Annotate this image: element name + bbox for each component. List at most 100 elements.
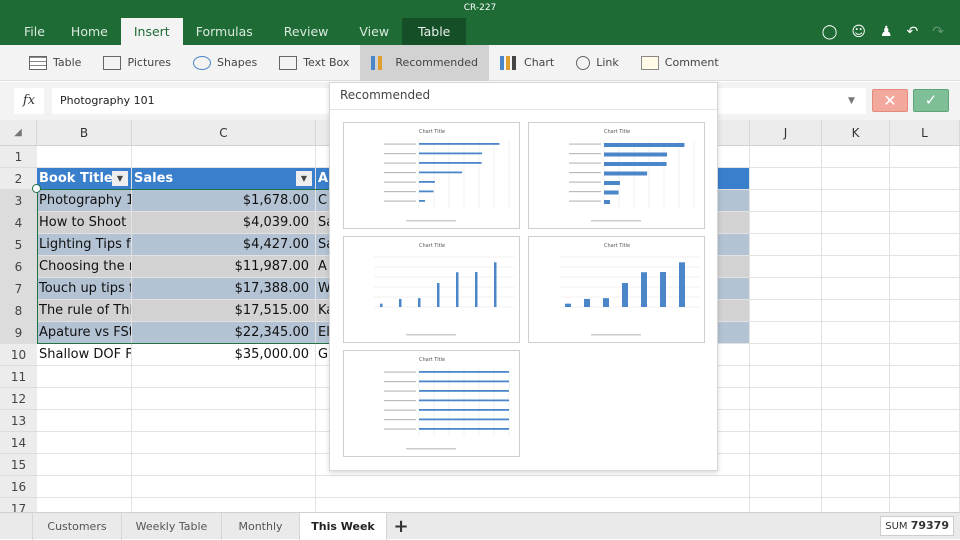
function-icon[interactable]: fx: [14, 88, 44, 114]
sheet-tab-weekly-table[interactable]: Weekly Table: [122, 513, 222, 540]
cell[interactable]: [822, 146, 890, 168]
cell[interactable]: [890, 146, 960, 168]
cell[interactable]: [750, 366, 822, 388]
cell[interactable]: [890, 454, 960, 476]
cell[interactable]: [750, 168, 822, 190]
table-cell[interactable]: Choosing the right: [37, 256, 132, 278]
row-header[interactable]: 12: [0, 388, 37, 410]
cell[interactable]: [890, 256, 960, 278]
row-header[interactable]: 4: [0, 212, 37, 234]
row-header[interactable]: 11: [0, 366, 37, 388]
cell[interactable]: [822, 256, 890, 278]
share-user-icon[interactable]: ♟: [880, 24, 893, 40]
cancel-button[interactable]: ✕: [872, 89, 908, 112]
row-header[interactable]: 16: [0, 476, 37, 498]
table-cell[interactable]: $17,515.00: [132, 300, 316, 322]
cell[interactable]: [822, 322, 890, 344]
recommended-chart-thumbnail[interactable]: Chart Title: [343, 236, 520, 343]
cell[interactable]: [750, 190, 822, 212]
insert-shapes-button[interactable]: Shapes: [182, 45, 268, 81]
cell[interactable]: [316, 476, 750, 498]
selection-handle[interactable]: [32, 184, 41, 193]
table-cell[interactable]: Apature vs FStop: [37, 322, 132, 344]
tab-home[interactable]: Home: [58, 18, 121, 45]
cell[interactable]: [750, 322, 822, 344]
insert-textbox-button[interactable]: Text Box: [268, 45, 360, 81]
cell[interactable]: [890, 344, 960, 366]
cell[interactable]: [822, 454, 890, 476]
recommended-chart-thumbnail[interactable]: Chart Title: [343, 350, 520, 457]
cell[interactable]: [890, 212, 960, 234]
table-cell[interactable]: $35,000.00: [132, 344, 316, 366]
table-cell[interactable]: $4,039.00: [132, 212, 316, 234]
row-header[interactable]: 9: [0, 322, 37, 344]
cell[interactable]: [37, 476, 132, 498]
table-cell[interactable]: Photography 101: [37, 190, 132, 212]
cell[interactable]: [890, 234, 960, 256]
recommended-charts-button[interactable]: Recommended: [360, 44, 490, 81]
cell[interactable]: [132, 366, 316, 388]
cell[interactable]: [822, 300, 890, 322]
cell[interactable]: [822, 344, 890, 366]
tab-review[interactable]: Review: [266, 18, 347, 45]
cell[interactable]: [822, 278, 890, 300]
add-sheet-button[interactable]: +: [387, 513, 415, 540]
column-header-l[interactable]: L: [890, 120, 960, 146]
row-header[interactable]: 3: [0, 190, 37, 212]
sheet-tab-monthly[interactable]: Monthly: [222, 513, 300, 540]
cell[interactable]: [750, 476, 822, 498]
cell[interactable]: [890, 410, 960, 432]
table-cell[interactable]: How to Shoot great: [37, 212, 132, 234]
cell[interactable]: [37, 388, 132, 410]
insert-comment-button[interactable]: Comment: [630, 45, 730, 81]
cell[interactable]: [890, 168, 960, 190]
cell[interactable]: [750, 234, 822, 256]
row-header[interactable]: 1: [0, 146, 37, 168]
confirm-button[interactable]: ✓: [913, 89, 949, 112]
tab-file[interactable]: File: [0, 18, 58, 45]
tab-formulas[interactable]: Formulas: [183, 18, 266, 45]
cell[interactable]: [822, 432, 890, 454]
cell[interactable]: [750, 344, 822, 366]
column-header-c[interactable]: C: [132, 120, 316, 146]
table-cell[interactable]: $22,345.00: [132, 322, 316, 344]
table-cell[interactable]: $11,987.00: [132, 256, 316, 278]
recommended-chart-thumbnail[interactable]: Chart Title: [528, 122, 705, 229]
tab-table[interactable]: Table: [402, 18, 467, 45]
cell[interactable]: [37, 366, 132, 388]
row-header[interactable]: 13: [0, 410, 37, 432]
cell[interactable]: [132, 410, 316, 432]
redo-icon[interactable]: ↷: [932, 24, 944, 40]
cell[interactable]: [750, 432, 822, 454]
cell[interactable]: [822, 234, 890, 256]
column-header-b[interactable]: B: [37, 120, 132, 146]
cell[interactable]: [750, 278, 822, 300]
tab-view[interactable]: View: [346, 18, 402, 45]
row-header[interactable]: 10: [0, 344, 37, 366]
cell[interactable]: [37, 432, 132, 454]
cell[interactable]: [890, 190, 960, 212]
table-cell[interactable]: $4,427.00: [132, 234, 316, 256]
table-cell[interactable]: Lighting Tips for: [37, 234, 132, 256]
cell[interactable]: [890, 432, 960, 454]
cell[interactable]: [750, 300, 822, 322]
table-header-cell[interactable]: Sales: [132, 168, 316, 190]
undo-icon[interactable]: ↶: [907, 24, 919, 40]
cell[interactable]: [890, 322, 960, 344]
cell[interactable]: [890, 278, 960, 300]
cell[interactable]: [890, 300, 960, 322]
insert-pictures-button[interactable]: Pictures: [92, 45, 182, 81]
row-header[interactable]: 14: [0, 432, 37, 454]
column-header-k[interactable]: K: [822, 120, 890, 146]
cell[interactable]: [822, 410, 890, 432]
row-header[interactable]: 15: [0, 454, 37, 476]
filter-dropdown-icon[interactable]: ▼: [112, 171, 128, 186]
sheet-tab-this-week[interactable]: This Week: [300, 513, 387, 540]
cell[interactable]: [822, 190, 890, 212]
cell[interactable]: [822, 366, 890, 388]
cell[interactable]: [132, 432, 316, 454]
cell[interactable]: [890, 366, 960, 388]
cell[interactable]: [750, 146, 822, 168]
cell[interactable]: [37, 146, 132, 168]
cell[interactable]: [37, 454, 132, 476]
